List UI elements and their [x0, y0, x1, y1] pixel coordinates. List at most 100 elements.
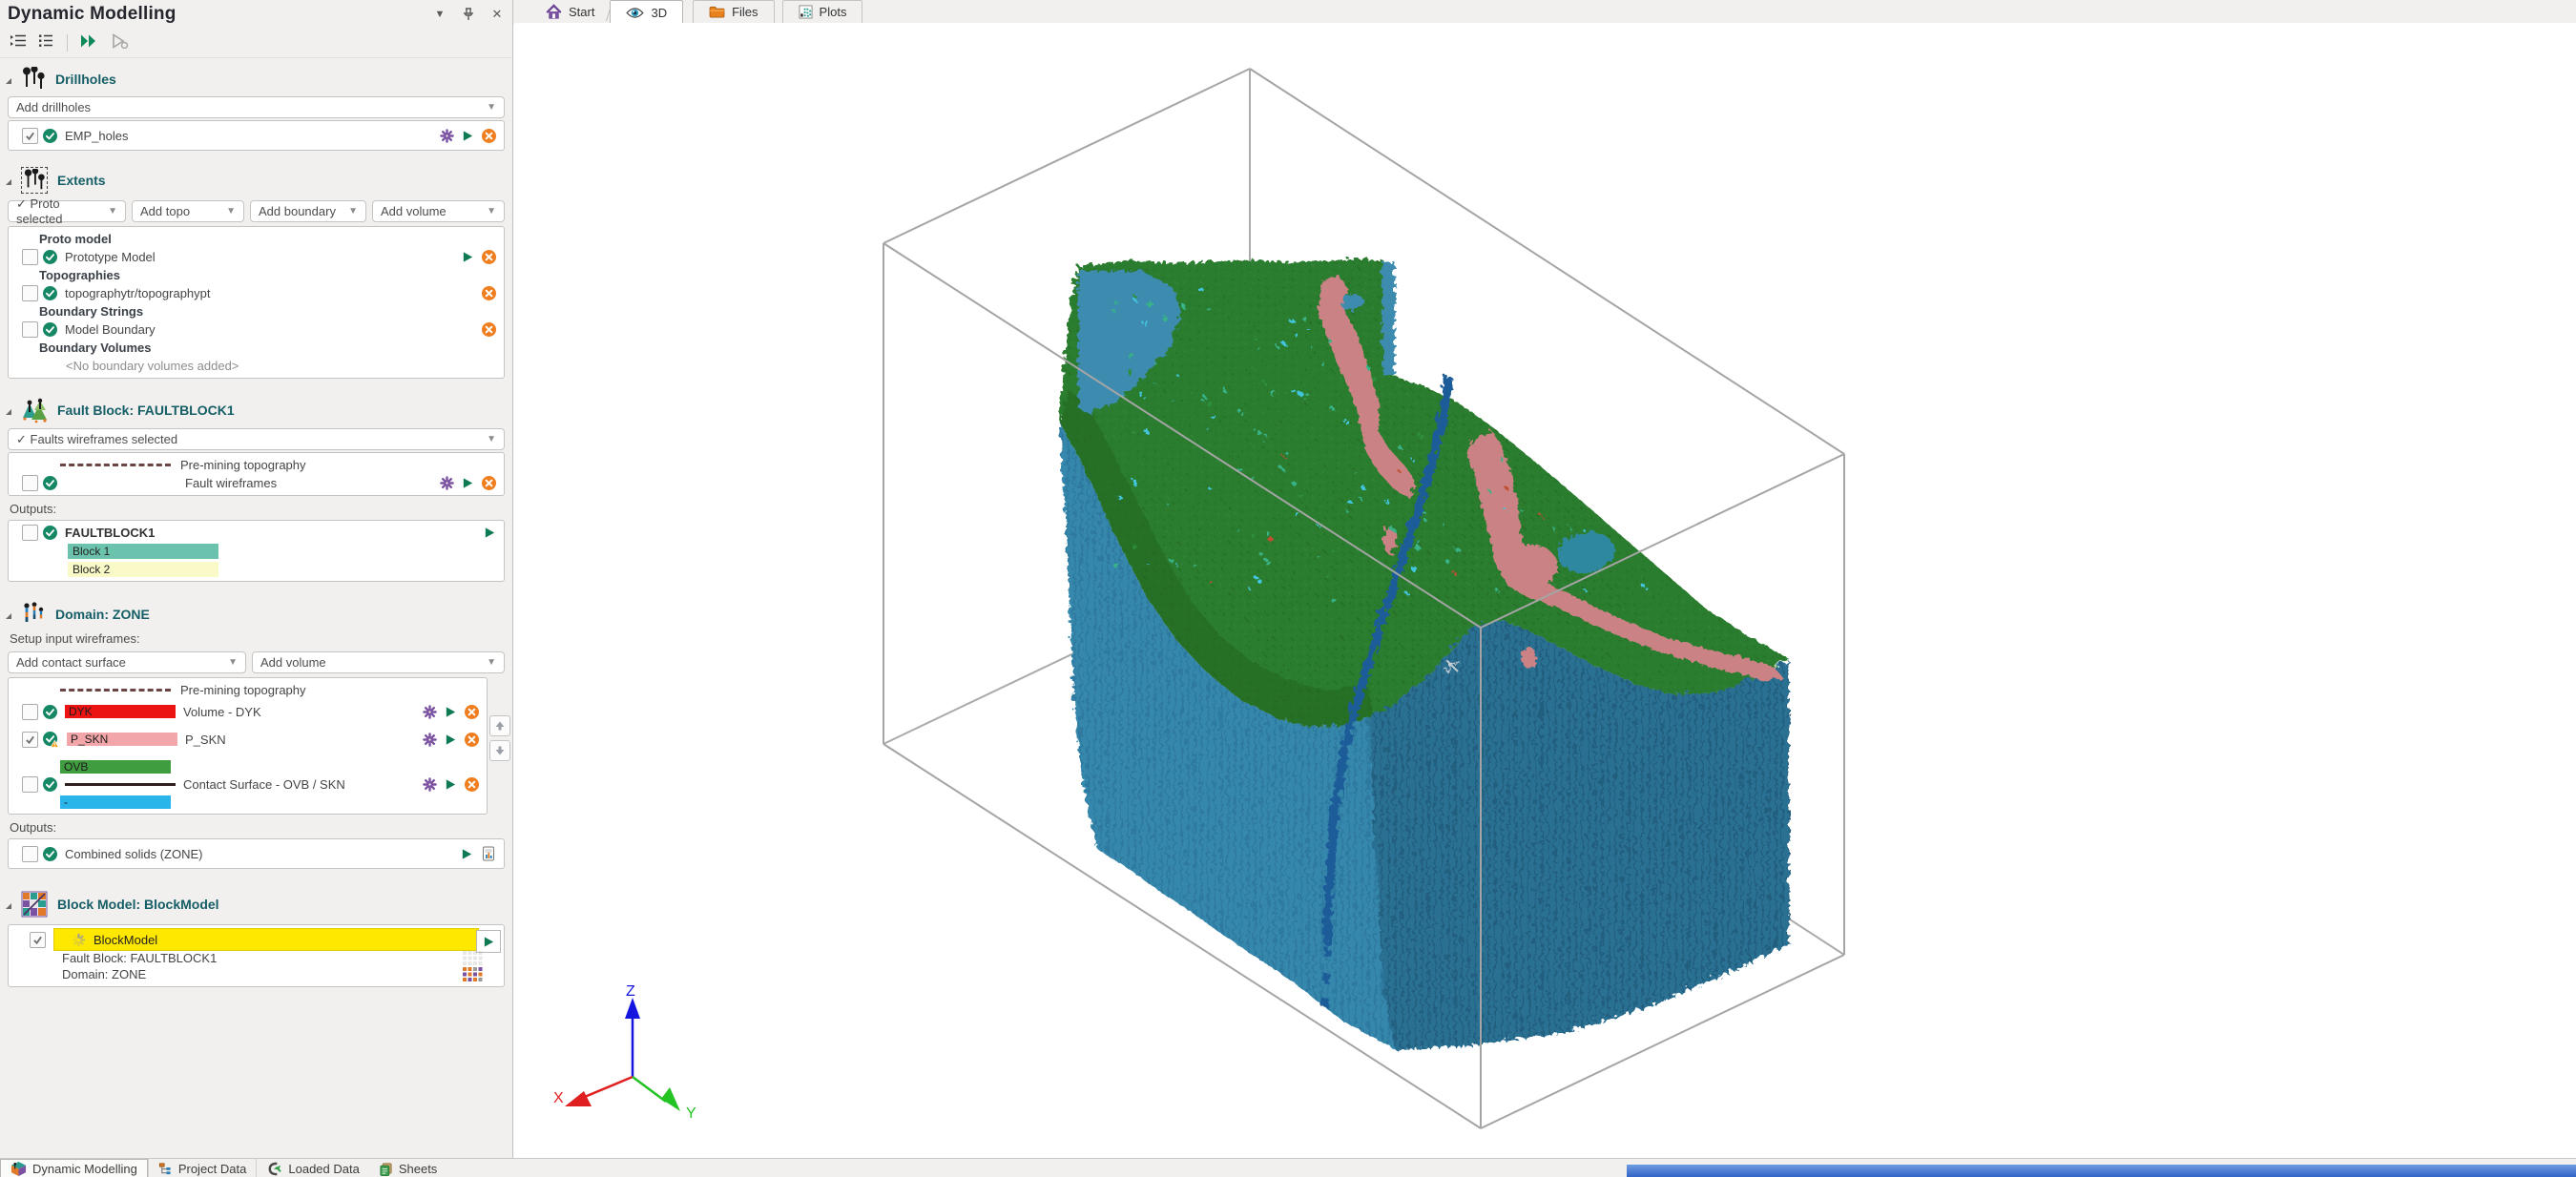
section-fault-block[interactable]: Fault Block: FAULTBLOCK1	[0, 388, 512, 428]
remove-x-icon[interactable]	[465, 733, 479, 747]
run-all-icon[interactable]	[79, 33, 98, 53]
row-fault-wireframes[interactable]: Fault wireframes	[9, 474, 504, 492]
settings-gear-icon[interactable]	[423, 705, 437, 719]
panel-menu-button[interactable]: ▼	[432, 7, 447, 22]
block-model-grid-icon	[462, 950, 487, 982]
settings-gear-icon[interactable]	[423, 733, 437, 747]
run-play-icon[interactable]	[445, 706, 457, 718]
bottom-tab-loaded-data[interactable]: Loaded Data	[257, 1159, 368, 1177]
dyk-checkbox[interactable]	[22, 704, 38, 720]
close-icon[interactable]: ✕	[489, 7, 505, 22]
settings-gear-icon[interactable]	[440, 476, 454, 490]
contact-surface-checkbox[interactable]	[22, 776, 38, 793]
section-domain-zone[interactable]: Domain: ZONE	[0, 593, 512, 631]
row-contact-surface[interactable]: Contact Surface - OVB / SKN	[9, 775, 487, 794]
add-drillholes-dropdown[interactable]: Add drillholes ▼	[8, 96, 505, 118]
settings-gear-icon[interactable]	[440, 129, 454, 143]
prototype-model-checkbox[interactable]	[22, 249, 38, 265]
run-play-icon[interactable]	[484, 527, 496, 539]
collapse-icon[interactable]	[6, 903, 11, 909]
row-prototype-model[interactable]: Prototype Model	[9, 248, 504, 266]
item-label: Pre-mining topography	[180, 458, 306, 472]
add-volume-dropdown[interactable]: Add volume▼	[372, 200, 505, 222]
bottom-tab-project-data[interactable]: Project Data	[148, 1159, 258, 1177]
row-model-boundary[interactable]: Model Boundary	[9, 320, 504, 339]
project-data-icon	[158, 1162, 173, 1176]
tab-label: Sheets	[399, 1162, 437, 1176]
emp-holes-checkbox[interactable]	[22, 128, 38, 144]
fault-block-inputs-list: Pre-mining topography Fault wireframes	[8, 452, 505, 496]
pin-icon[interactable]	[461, 7, 476, 22]
run-play-icon[interactable]	[462, 477, 474, 489]
row-block2[interactable]: Block 2	[9, 560, 504, 578]
add-contact-surface-dropdown[interactable]: Add contact surface▼	[8, 651, 246, 673]
collapse-icon[interactable]	[6, 78, 11, 84]
tab-start[interactable]: Start	[530, 0, 610, 23]
chevron-down-icon: ▼	[487, 657, 496, 668]
bottom-tab-dynamic-modelling[interactable]: Dynamic Modelling	[0, 1159, 148, 1177]
run-play-icon[interactable]	[461, 848, 473, 860]
run-play-icon[interactable]	[445, 778, 457, 791]
topography-checkbox[interactable]	[22, 285, 38, 301]
tab-plots[interactable]: Plots	[782, 0, 863, 23]
pskn-checkbox[interactable]	[22, 732, 38, 748]
remove-x-icon[interactable]	[482, 129, 496, 143]
run-play-icon[interactable]	[462, 251, 474, 263]
row-volume-dyk[interactable]: DYK Volume - DYK	[9, 699, 487, 724]
axis-y-label: Y	[686, 1105, 696, 1122]
row-block1[interactable]: Block 1	[9, 542, 504, 560]
drillhole-name: EMP_holes	[65, 129, 128, 143]
row-premining-topography[interactable]: Pre-mining topography	[9, 456, 504, 474]
row-premining-topography[interactable]: Pre-mining topography	[9, 681, 487, 699]
add-topo-dropdown[interactable]: Add topo▼	[132, 200, 244, 222]
report-icon[interactable]	[481, 846, 496, 861]
bottom-tab-sheets[interactable]: Sheets	[369, 1159, 447, 1177]
tab-files[interactable]: Files	[693, 0, 774, 23]
remove-x-icon[interactable]	[482, 322, 496, 337]
domain-icon	[21, 602, 46, 627]
section-drillholes[interactable]: Drillholes	[0, 58, 512, 96]
expand-all-icon[interactable]	[10, 33, 27, 53]
3d-viewport[interactable]: Z X Y	[514, 23, 2576, 1158]
model-boundary-checkbox[interactable]	[22, 321, 38, 338]
section-extents[interactable]: Extents	[0, 158, 512, 198]
blockmodel-checkbox[interactable]	[30, 932, 46, 948]
status-ok-icon	[43, 847, 57, 861]
move-up-button[interactable]	[489, 715, 510, 736]
row-blockmodel-selected[interactable]: BlockModel	[9, 929, 504, 950]
move-down-button[interactable]	[489, 740, 510, 761]
drillhole-row-emp-holes[interactable]: EMP_holes	[9, 124, 504, 147]
fault-wireframes-checkbox[interactable]	[22, 475, 38, 491]
add-volume-dropdown[interactable]: Add volume▼	[252, 651, 505, 673]
row-combined-solids[interactable]: Combined solids (ZONE)	[9, 842, 504, 865]
settings-gear-icon[interactable]	[423, 777, 437, 792]
dynamic-modelling-panel: Dynamic Modelling ▼ ✕	[0, 0, 513, 1158]
run-selected-icon[interactable]	[110, 33, 129, 53]
collapse-icon[interactable]	[6, 613, 11, 619]
row-faultblock1[interactable]: FAULTBLOCK1	[9, 524, 504, 542]
collapse-icon[interactable]	[6, 409, 11, 415]
tab-3d[interactable]: 3D	[610, 0, 683, 24]
model-pink-bit	[1381, 526, 1395, 552]
run-play-icon[interactable]	[462, 130, 474, 142]
faultblock1-checkbox[interactable]	[22, 525, 38, 541]
remove-x-icon[interactable]	[482, 476, 496, 490]
collapse-icon[interactable]	[6, 179, 11, 185]
remove-x-icon[interactable]	[465, 705, 479, 719]
remove-x-icon[interactable]	[482, 250, 496, 264]
row-pskn[interactable]: P_SKN P_SKN	[9, 724, 487, 754]
remove-x-icon[interactable]	[482, 286, 496, 300]
collapse-all-icon[interactable]	[38, 33, 55, 53]
domain-dropdown-row: Add contact surface▼ Add volume▼	[8, 651, 505, 673]
proto-selected-dropdown[interactable]: ✓ Proto selected▼	[8, 200, 126, 222]
combined-solids-checkbox[interactable]	[22, 846, 38, 862]
panel-toolbar	[0, 29, 512, 58]
section-block-model[interactable]: Block Model: BlockModel	[0, 882, 512, 922]
row-topography[interactable]: topographytr/topographypt	[9, 284, 504, 302]
faults-wireframes-dropdown[interactable]: ✓ Faults wireframes selected ▼	[8, 428, 505, 450]
remove-x-icon[interactable]	[465, 777, 479, 792]
run-play-icon[interactable]	[445, 733, 457, 746]
add-boundary-dropdown[interactable]: Add boundary▼	[250, 200, 366, 222]
item-label: Prototype Model	[65, 250, 156, 264]
proto-selected-label: ✓ Proto selected	[16, 196, 108, 226]
